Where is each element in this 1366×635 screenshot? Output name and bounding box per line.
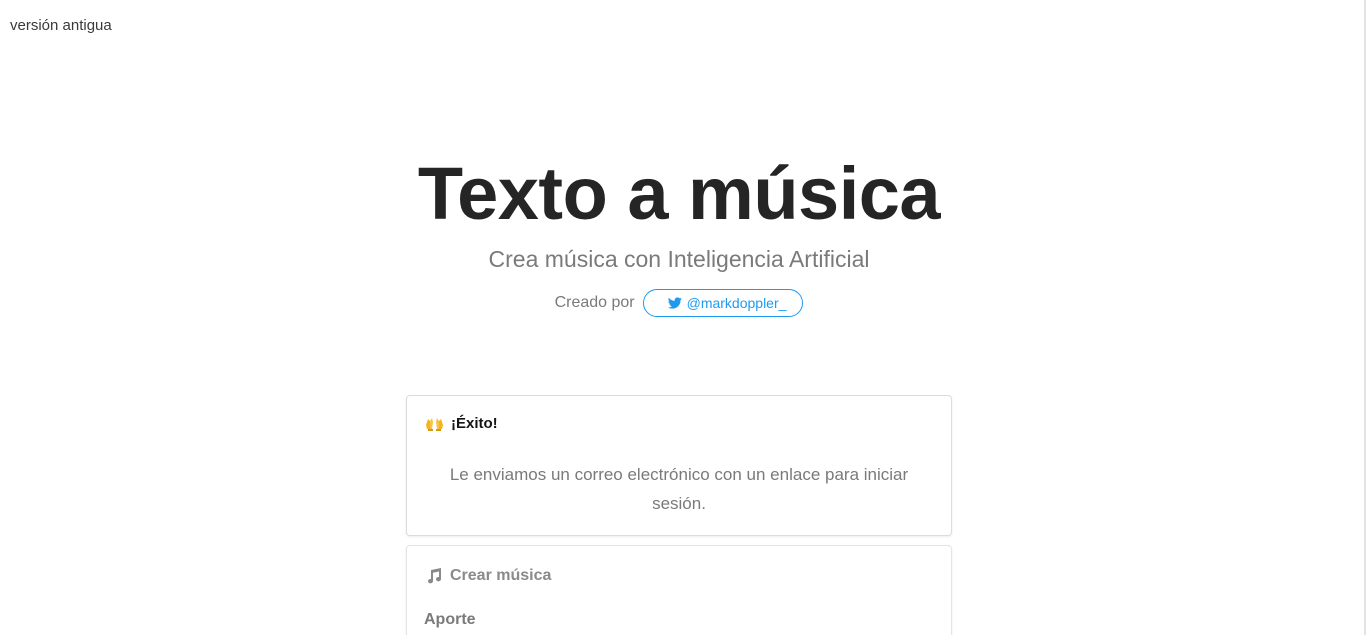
raising-hands-icon [425,416,444,432]
page-title: Texto a música [417,152,941,235]
credit-row: Creado por @markdoppler_ [0,289,1358,317]
success-title: ¡Éxito! [451,415,498,432]
twitter-bird-icon [667,296,682,310]
input-label: Aporte [424,611,476,628]
page-subtitle: Crea música con Inteligencia Artificial [488,246,870,272]
create-music-header: Crear música [407,546,951,585]
success-message: Le enviamos un correo electrónico con un… [449,465,909,513]
success-card: ¡Éxito! Le enviamos un correo electrónic… [406,395,952,536]
credit-label: Creado por [554,294,635,311]
musical-notes-icon [425,568,443,584]
page: versión antigua Texto a música Crea músi… [0,0,1366,635]
twitter-handle: @markdoppler_ [686,295,787,311]
create-music-title: Crear música [450,567,552,584]
success-card-header: ¡Éxito! [407,396,951,432]
twitter-profile-button[interactable]: @markdoppler_ [642,289,804,317]
create-music-card: Crear música Aporte [406,545,952,635]
hero-section: Texto a música Crea música con Inteligen… [0,146,1358,317]
old-version-link[interactable]: versión antigua [10,17,112,34]
